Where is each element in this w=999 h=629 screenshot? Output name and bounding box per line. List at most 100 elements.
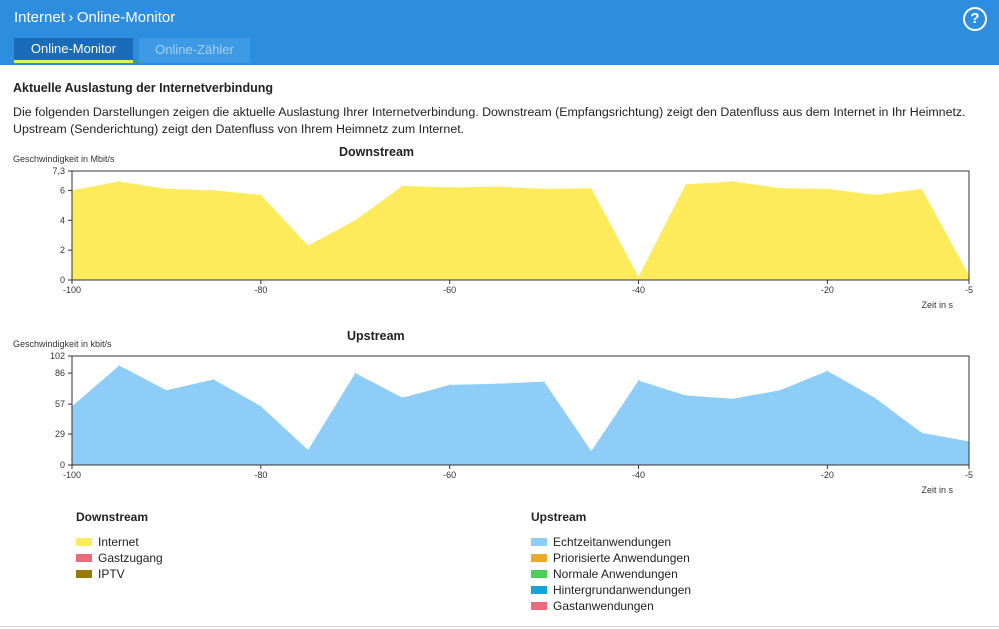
data-point	[260, 194, 262, 196]
data-point	[685, 394, 687, 397]
legend-swatch	[531, 537, 547, 546]
data-point	[165, 389, 167, 391]
data-point	[779, 187, 781, 189]
legend-swatch	[76, 553, 92, 562]
legend-swatch	[531, 601, 547, 610]
y-tick-label: 7,3	[52, 166, 65, 176]
data-point	[307, 245, 309, 247]
legend-label: Gastanwendungen	[553, 599, 654, 613]
data-point	[401, 185, 404, 187]
legend-item-hintergrundanwendungen: Hintergrundanwendungen	[531, 583, 691, 597]
x-axis-label: Zeit in s	[921, 300, 953, 310]
breadcrumb-current: Online-Monitor	[76, 9, 176, 26]
tab-online-zaehler[interactable]: Online-Zähler	[139, 38, 250, 63]
data-point	[590, 187, 592, 189]
legend-item-normale-anwendungen: Normale Anwendungen	[531, 567, 678, 581]
y-tick-label: 2	[60, 245, 65, 255]
data-point	[213, 378, 215, 381]
data-point	[732, 398, 734, 400]
y-tick-label: 0	[60, 460, 65, 470]
data-point	[732, 180, 734, 183]
breadcrumb-root[interactable]: Internet	[14, 9, 65, 26]
x-tick-label: -80	[254, 285, 267, 295]
y-tick-label: 102	[50, 351, 65, 361]
description-text: Die folgenden Darstellungen zeigen die a…	[13, 105, 966, 136]
y-axis-label: Geschwindigkeit in kbit/s	[13, 339, 112, 349]
data-point	[590, 450, 592, 452]
x-tick-label: -60	[443, 285, 456, 295]
data-point	[165, 188, 167, 190]
data-point	[637, 380, 640, 382]
legend-item-iptv: IPTV	[76, 567, 125, 581]
tab-online-monitor[interactable]: Online-Monitor	[14, 38, 133, 63]
help-icon[interactable]: ?	[963, 7, 987, 31]
divider	[0, 626, 999, 627]
upstream-chart: Geschwindigkeit in kbit/s 0 29 57 86 102 -100 -…	[13, 339, 973, 495]
data-point	[874, 397, 876, 399]
legend-swatch	[531, 553, 547, 562]
data-point	[307, 449, 309, 451]
x-tick-label: -20	[821, 285, 834, 295]
data-point	[118, 365, 120, 367]
legend-item-echtzeitanwendungen: Echtzeitanwendungen	[531, 535, 671, 549]
legend-item-gastzugang: Gastzugang	[76, 551, 163, 565]
data-point	[496, 186, 498, 188]
legend-label: Echtzeitanwendungen	[553, 535, 672, 549]
x-tick-label: -80	[254, 470, 267, 480]
data-point	[354, 372, 356, 374]
series-area-0	[72, 181, 969, 280]
data-point	[826, 370, 829, 372]
breadcrumb: Internet › Online-Monitor	[14, 9, 175, 26]
x-tick-label: -100	[63, 470, 81, 480]
x-tick-label: -5	[965, 470, 973, 480]
legend-swatch	[76, 537, 92, 546]
data-point	[637, 276, 640, 278]
legend-label: Normale Anwendungen	[553, 567, 678, 581]
legend-upstream-title: Upstream	[531, 510, 587, 524]
data-point	[543, 188, 545, 190]
legend-label: Hintergrundanwendungen	[553, 583, 692, 597]
data-point	[685, 183, 687, 185]
legend-label: IPTV	[98, 567, 125, 581]
section-title: Aktuelle Auslastung der Internetverbindu…	[13, 81, 273, 95]
legend-label: Priorisierte Anwendungen	[553, 551, 690, 565]
x-tick-label: -20	[821, 470, 834, 480]
header-bar: Internet › Online-Monitor ? Online-Monitor…	[0, 0, 999, 65]
data-point	[921, 432, 923, 434]
data-point	[118, 180, 120, 183]
data-point	[401, 397, 404, 399]
legend-item-gastanwendungen: Gastanwendungen	[531, 599, 654, 613]
data-point	[449, 186, 451, 188]
data-point	[779, 389, 781, 391]
legend-swatch	[531, 569, 547, 578]
data-point	[826, 188, 829, 190]
y-tick-label: 6	[60, 185, 65, 195]
x-tick-label: -40	[632, 285, 645, 295]
y-tick-label: 0	[60, 275, 65, 285]
legend-item-priorisierte-anwendungen: Priorisierte Anwendungen	[531, 551, 690, 565]
y-tick-label: 29	[55, 429, 65, 439]
downstream-chart: Geschwindigkeit in Mbit/s 0 2 4 6 7,3 -100 -80 -…	[13, 154, 973, 310]
legend-downstream-title: Downstream	[76, 510, 149, 524]
legend-item-internet: Internet	[76, 535, 139, 549]
data-point	[260, 405, 262, 407]
x-tick-label: -100	[63, 285, 81, 295]
y-tick-label: 4	[60, 215, 65, 225]
data-point	[921, 188, 923, 190]
legend-label: Internet	[98, 535, 139, 549]
data-point	[449, 384, 451, 386]
data-point	[543, 381, 545, 383]
chevron-right-icon: ›	[68, 9, 74, 26]
data-point	[874, 194, 876, 196]
data-point	[354, 219, 356, 221]
x-axis-label: Zeit in s	[921, 485, 953, 495]
x-tick-label: -60	[443, 470, 456, 480]
legend-swatch	[531, 585, 547, 594]
y-tick-label: 86	[55, 368, 65, 378]
legend-label: Gastzugang	[98, 551, 163, 565]
x-tick-label: -5	[965, 285, 973, 295]
data-point	[213, 189, 215, 191]
series-area-0	[72, 365, 969, 465]
y-tick-label: 57	[55, 399, 65, 409]
legend-swatch	[76, 569, 92, 578]
